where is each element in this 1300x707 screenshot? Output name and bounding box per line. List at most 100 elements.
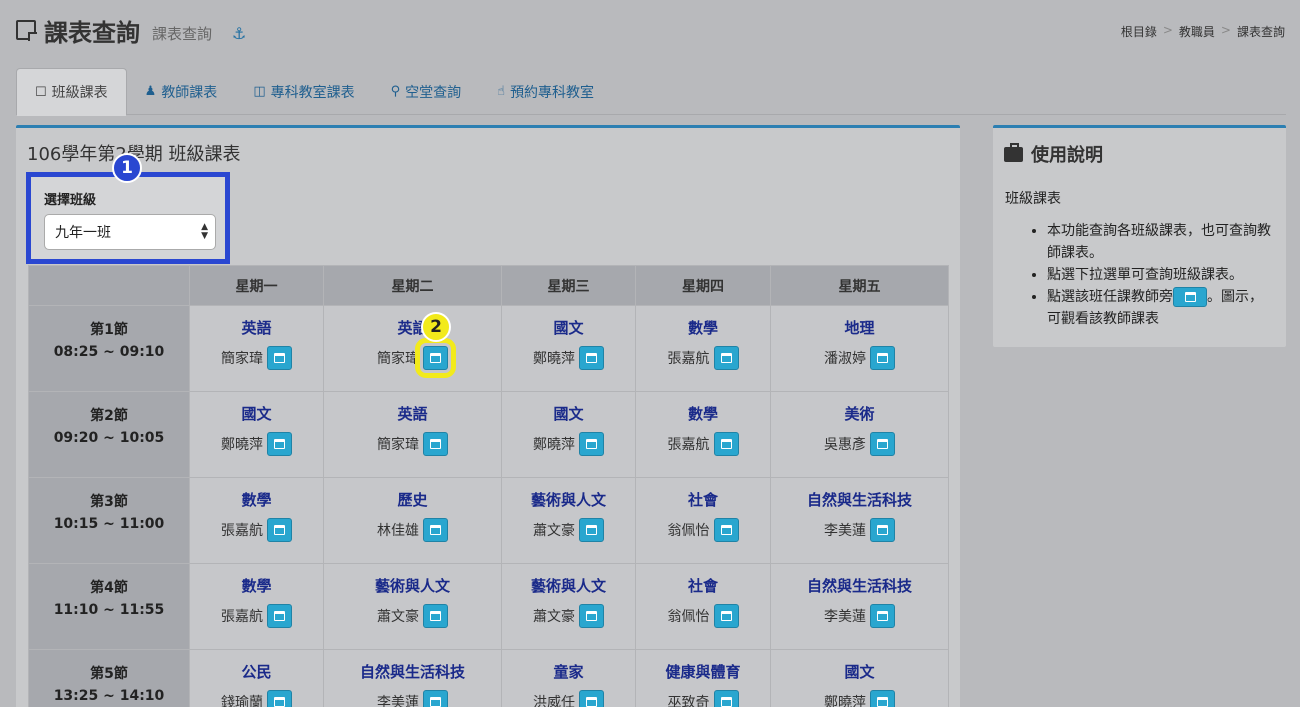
anchor-icon[interactable]: ⚓ bbox=[232, 24, 246, 43]
step-badge-2: 2 bbox=[421, 312, 451, 342]
breadcrumb-separator: > bbox=[1162, 23, 1173, 37]
class-select-value: 九年一班 bbox=[55, 225, 111, 241]
schedule-cell: 數學 張嘉航 bbox=[189, 477, 324, 564]
teacher-name: 張嘉航 bbox=[221, 609, 263, 625]
teacher-schedule-calendar-button[interactable] bbox=[415, 338, 456, 378]
teacher-schedule-calendar-button[interactable] bbox=[267, 604, 292, 628]
teacher-schedule-calendar-button[interactable] bbox=[579, 604, 604, 628]
teacher-row: 鄭曉萍 bbox=[502, 432, 635, 456]
schedule-cell: 英語 簡家瑋 bbox=[189, 305, 324, 392]
teacher-row: 翁佩怡 bbox=[636, 604, 770, 628]
teacher-schedule-calendar-button[interactable] bbox=[713, 432, 739, 456]
help-item: 點選下拉選單可查詢班級課表。 bbox=[1047, 264, 1275, 286]
teacher-row: 林佳雄 bbox=[324, 518, 501, 542]
class-select[interactable]: 九年一班 ▲ ▼ bbox=[44, 214, 216, 250]
teacher-schedule-calendar-button[interactable] bbox=[713, 690, 739, 707]
subject-name: 歷史 bbox=[397, 491, 428, 509]
teacher-name: 巫致奇 bbox=[667, 695, 710, 707]
teacher-schedule-calendar-button[interactable] bbox=[713, 518, 739, 542]
schedule-cell: 健康與體育 巫致奇 bbox=[635, 649, 771, 707]
teacher-schedule-calendar-button[interactable] bbox=[423, 518, 448, 542]
teacher-name: 簡家瑋 bbox=[221, 351, 263, 367]
breadcrumb-item-staff[interactable]: 教職員 bbox=[1179, 23, 1215, 40]
subject-name: 地理 bbox=[844, 319, 875, 337]
calendar-icon bbox=[877, 439, 888, 449]
schedule-cell: 數學 張嘉航 bbox=[189, 563, 324, 650]
teacher-schedule-calendar-button[interactable] bbox=[870, 346, 895, 370]
select-arrows-icon: ▲ ▼ bbox=[201, 222, 208, 241]
schedule-cell: 童家 洪威任 bbox=[501, 649, 636, 707]
calendar-icon bbox=[274, 611, 285, 621]
teacher-schedule-calendar-button[interactable] bbox=[870, 518, 895, 542]
breadcrumb-item-root[interactable]: 根目錄 bbox=[1121, 23, 1157, 40]
day-header: 星期三 bbox=[501, 265, 636, 306]
breadcrumb: 根目錄 > 教職員 > 課表查詢 bbox=[1121, 23, 1285, 40]
help-list: 本功能查詢各班級課表，也可查詢教師課表。 點選下拉選單可查詢班級課表。 點選該班… bbox=[1047, 220, 1275, 330]
schedule-cell: 公民 錢瑜蘭 bbox=[189, 649, 324, 707]
tab-teacher-schedule[interactable]: ♟ 教師課表 bbox=[127, 68, 236, 115]
teacher-schedule-calendar-button[interactable] bbox=[579, 432, 604, 456]
teacher-name: 蕭文豪 bbox=[533, 523, 575, 539]
teacher-schedule-calendar-button[interactable] bbox=[423, 604, 448, 628]
calendar-icon bbox=[877, 611, 888, 621]
teacher-schedule-calendar-button[interactable] bbox=[713, 346, 739, 370]
teacher-row: 李美蓮 bbox=[324, 690, 501, 707]
period-time: 11:10 ~ 11:55 bbox=[53, 602, 165, 618]
tab-classroom-schedule[interactable]: ◫ 專科教室課表 bbox=[235, 68, 372, 115]
teacher-schedule-calendar-button[interactable] bbox=[423, 690, 448, 707]
subject-name: 健康與體育 bbox=[665, 663, 741, 681]
teacher-row: 張嘉航 bbox=[636, 432, 770, 456]
teacher-schedule-calendar-button[interactable] bbox=[870, 432, 895, 456]
tab-label: 預約專科教室 bbox=[510, 84, 595, 101]
teacher-schedule-calendar-button[interactable] bbox=[579, 690, 604, 707]
calendar-icon bbox=[877, 525, 888, 535]
period-row: 第2節 09:20 ~ 10:05 國文 鄭曉萍 英語 簡家瑋 國文 鄭曉萍 數學 張嘉航 美術 吳惠… bbox=[28, 391, 949, 478]
help-item-text: 點選該班任課教師旁 bbox=[1047, 289, 1173, 305]
edit-square-icon bbox=[16, 20, 37, 41]
breadcrumb-separator: > bbox=[1220, 23, 1231, 37]
teacher-schedule-calendar-button[interactable] bbox=[267, 518, 292, 542]
day-header: 星期一 bbox=[189, 265, 324, 306]
subject-name: 美術 bbox=[844, 405, 875, 423]
teacher-schedule-calendar-button[interactable] bbox=[423, 432, 448, 456]
teacher-row: 洪威任 bbox=[502, 690, 635, 707]
tab-reserve-classroom[interactable]: ☝ 預約專科教室 bbox=[479, 68, 612, 115]
tab-label: 空堂查詢 bbox=[405, 84, 462, 101]
teacher-row: 蕭文豪 bbox=[502, 518, 635, 542]
page-header: 課表查詢 課表查詢 ⚓ bbox=[16, 12, 246, 48]
teacher-name: 蕭文豪 bbox=[533, 609, 575, 625]
calendar-icon bbox=[877, 697, 888, 707]
teacher-schedule-calendar-button[interactable] bbox=[870, 604, 895, 628]
teacher-name: 張嘉航 bbox=[667, 351, 710, 367]
calendar-icon bbox=[720, 525, 732, 535]
schedule-cell: 英語 簡家瑋 bbox=[323, 305, 502, 392]
subject-name: 公民 bbox=[241, 663, 272, 681]
teacher-row: 翁佩怡 bbox=[636, 518, 770, 542]
schedule-cell: 數學 張嘉航 bbox=[635, 391, 771, 478]
schedule-cell: 國文 鄭曉萍 bbox=[770, 649, 949, 707]
tab-free-period[interactable]: ⚲ 空堂查詢 bbox=[373, 68, 480, 115]
period-header: 第4節 11:10 ~ 11:55 bbox=[28, 563, 190, 650]
teacher-row: 潘淑婷 bbox=[771, 346, 948, 370]
teacher-schedule-calendar-button[interactable] bbox=[267, 432, 292, 456]
teacher-schedule-calendar-button[interactable] bbox=[267, 690, 292, 707]
period-header: 第1節 08:25 ~ 09:10 bbox=[28, 305, 190, 392]
subject-name: 英語 bbox=[397, 319, 428, 337]
teacher-schedule-calendar-button[interactable] bbox=[579, 346, 604, 370]
teacher-schedule-calendar-button[interactable] bbox=[713, 604, 739, 628]
tab-label: 專科教室課表 bbox=[270, 84, 355, 101]
calendar-icon bbox=[430, 353, 441, 363]
tab-class-schedule[interactable]: ☐ 班級課表 bbox=[16, 68, 127, 116]
subject-name: 國文 bbox=[241, 405, 272, 423]
period-time: 08:25 ~ 09:10 bbox=[53, 344, 165, 360]
calendar-icon bbox=[586, 439, 597, 449]
teacher-schedule-calendar-button[interactable] bbox=[870, 690, 895, 707]
calendar-icon bbox=[586, 611, 597, 621]
teacher-row: 張嘉航 bbox=[636, 346, 770, 370]
teacher-row: 簡家瑋 bbox=[324, 432, 501, 456]
subject-name: 藝術與人文 bbox=[530, 491, 606, 509]
teacher-schedule-calendar-button[interactable] bbox=[579, 518, 604, 542]
teacher-schedule-calendar-button[interactable] bbox=[267, 346, 292, 370]
teacher-name: 鄭曉萍 bbox=[221, 437, 263, 453]
teacher-row: 簡家瑋 bbox=[324, 338, 501, 378]
